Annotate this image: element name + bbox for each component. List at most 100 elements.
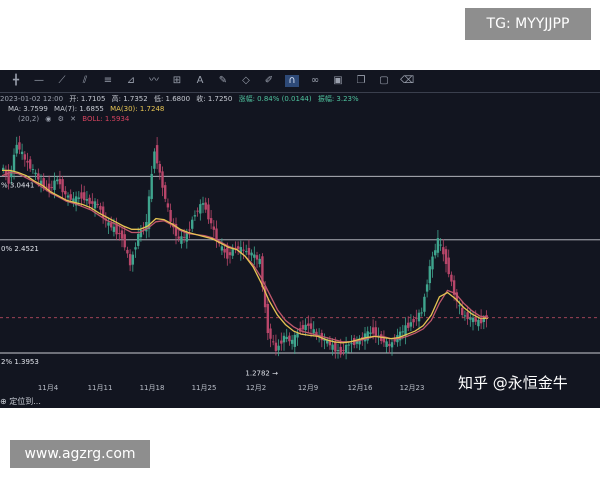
candle-body [164, 185, 167, 199]
candle-body [193, 215, 197, 217]
pen-icon[interactable]: ✐ [262, 75, 276, 87]
magnet-icon[interactable]: ∩ [285, 75, 299, 87]
candle-body [342, 349, 345, 351]
candle-body [331, 344, 334, 350]
candle-body [290, 339, 294, 344]
candle-body [423, 296, 426, 312]
candle-body [153, 151, 156, 169]
candle-body [228, 252, 232, 256]
wave-icon[interactable]: 〰 [147, 75, 161, 87]
candle-body [288, 335, 291, 342]
candle-body [180, 236, 183, 244]
candle-body [463, 315, 467, 317]
text-icon[interactable]: A [193, 75, 207, 87]
candle-body [69, 194, 72, 200]
ohlc-close: 收: 1.7250 [196, 95, 233, 103]
trash-icon[interactable]: ⌫ [400, 75, 414, 87]
candle-body [301, 325, 305, 330]
x-tick-label: 12月2 [246, 384, 266, 392]
candle-body [196, 210, 199, 212]
candles [2, 135, 488, 360]
candle-body [12, 154, 16, 172]
candle-body [150, 173, 153, 199]
candle-body [53, 180, 56, 190]
candle-body [169, 210, 172, 222]
candle-body [77, 197, 81, 199]
candle-body [128, 254, 132, 266]
ma-line [2, 169, 488, 344]
x-axis-ticks: 11月4 11月11 11月18 11月25 12月2 12月9 12月16 12月23 [38, 384, 425, 392]
parallel-channel-icon[interactable]: ⫽ [78, 75, 92, 87]
fibonacci-icon[interactable]: ≡ [101, 75, 115, 87]
brush-icon[interactable]: ✎ [216, 75, 230, 87]
chart-panel: % 3.0441 0% 2.4521 2% 1.3953 1.2782 → 11月4… [0, 70, 600, 408]
candle-body [64, 190, 67, 195]
candle-body [409, 322, 413, 327]
candle-body [58, 178, 62, 185]
copy-icon[interactable]: ❐ [354, 75, 368, 87]
lock-icon[interactable]: ▣ [331, 75, 345, 87]
trend-line-icon[interactable]: ⟋ [55, 75, 69, 87]
ohlc-amplitude: 振幅: 3.23% [317, 95, 359, 103]
candle-body [407, 322, 410, 328]
close-icon[interactable]: ✕ [70, 115, 76, 123]
candle-body [83, 192, 86, 201]
measure-icon[interactable]: ⊿ [124, 75, 138, 87]
candle-body [245, 251, 248, 253]
locate-label: 定位到... [9, 397, 41, 406]
candle-body [85, 199, 89, 201]
candle-body [155, 145, 159, 164]
candle-body [347, 344, 351, 346]
screenshot-icon[interactable]: ▢ [377, 75, 391, 87]
candle-body [182, 236, 186, 238]
candle-body [20, 151, 24, 155]
candle-body [120, 230, 124, 239]
low-price-marker: 1.2782 → [245, 370, 278, 378]
candle-body [31, 169, 35, 171]
candle-body [458, 305, 461, 307]
candle-body [177, 236, 180, 239]
candle-body [158, 164, 162, 173]
candle-body [91, 201, 94, 204]
candle-body [88, 197, 91, 204]
candle-body [266, 304, 270, 333]
candle-body [388, 343, 391, 347]
level-labels: % 3.0441 0% 2.4521 2% 1.3953 [1, 181, 39, 366]
candle-body [285, 336, 288, 339]
candle-body [15, 144, 18, 154]
candle-body [371, 327, 375, 334]
settings-icon[interactable]: ⚙ [58, 115, 64, 123]
candle-body [393, 339, 396, 342]
x-tick-label: 12月9 [298, 384, 318, 392]
boll-info-bar: (20,2) ◉ ⚙ ✕ BOLL: 1.5934 [0, 115, 133, 123]
candle-body [191, 219, 194, 229]
candle-body [123, 234, 126, 248]
candle-body [242, 249, 245, 251]
candle-body [434, 250, 437, 256]
candle-body [253, 254, 256, 258]
candle-body [220, 246, 224, 251]
candle-body [99, 205, 102, 210]
x-tick-label: 11月25 [192, 384, 217, 392]
candle-body [382, 338, 386, 343]
level-label: 2% 1.3953 [1, 358, 39, 366]
candle-body [344, 344, 348, 354]
eraser-icon[interactable]: ◇ [239, 75, 253, 87]
locate-button[interactable]: ⊕ 定位到... [0, 396, 41, 407]
ohlc-date: 2023-01-02 12:00 [0, 95, 64, 103]
candle-body [126, 249, 129, 254]
cursor-icon[interactable]: ╋ [9, 75, 23, 87]
ma-value: MA: 3.7599 [8, 105, 48, 113]
telegram-watermark-badge: TG: MYYJJPP [465, 8, 591, 40]
eye-icon[interactable]: ◉ [45, 115, 51, 123]
candle-body [250, 252, 253, 256]
ma30-value: MA(30): 1.7248 [110, 105, 165, 113]
site-watermark-badge: www.agzrg.com [10, 440, 150, 468]
horizontal-line-icon[interactable]: — [32, 75, 46, 87]
link-icon[interactable]: ∞ [308, 75, 322, 87]
candle-body [339, 346, 342, 355]
candle-body [93, 201, 97, 209]
ohlc-change: 涨幅: 0.84% (0.0144) [238, 95, 312, 103]
candle-body [80, 192, 83, 199]
add-indicator-icon[interactable]: ⊞ [170, 75, 184, 87]
